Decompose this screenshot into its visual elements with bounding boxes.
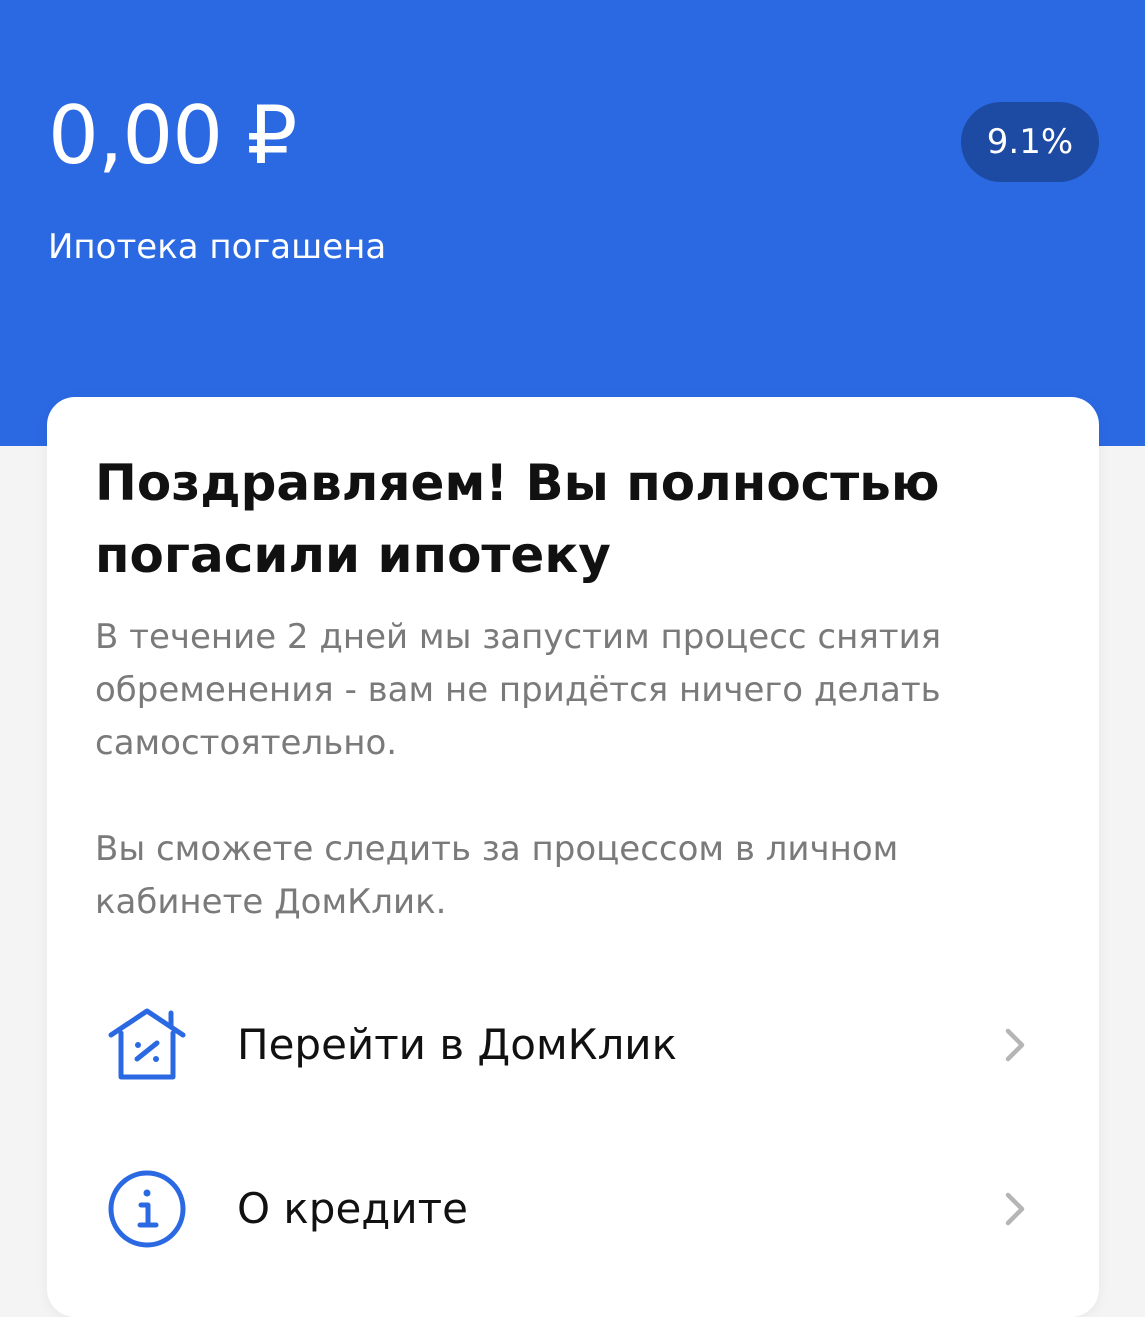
card-description: В течение 2 дней мы запустим процесс сня… <box>95 617 942 763</box>
go-to-domclick-button[interactable]: Перейти в ДомКлик <box>47 985 1099 1105</box>
info-icon <box>105 1167 189 1251</box>
chevron-right-icon <box>1003 1191 1027 1227</box>
loan-status: Ипотека погашена <box>48 227 387 267</box>
house-percent-icon <box>105 1003 189 1087</box>
card-title: Поздравляем! Вы полностью погасили ипоте… <box>95 454 940 584</box>
card-note: Вы сможете следить за процессом в личном… <box>95 829 899 922</box>
congratulations-card: Поздравляем! Вы полностью погасили ипоте… <box>47 397 1099 1317</box>
go-to-domclick-label: Перейти в ДомКлик <box>237 1020 677 1069</box>
chevron-right-icon <box>1003 1027 1027 1063</box>
interest-rate-badge: 9.1% <box>961 102 1099 182</box>
about-loan-label: О кредите <box>237 1184 468 1233</box>
about-loan-button[interactable]: О кредите <box>47 1149 1099 1269</box>
balance-amount: 0,00 ₽ <box>48 89 297 182</box>
header: 0,00 ₽ Ипотека погашена 9.1% <box>0 0 1145 446</box>
